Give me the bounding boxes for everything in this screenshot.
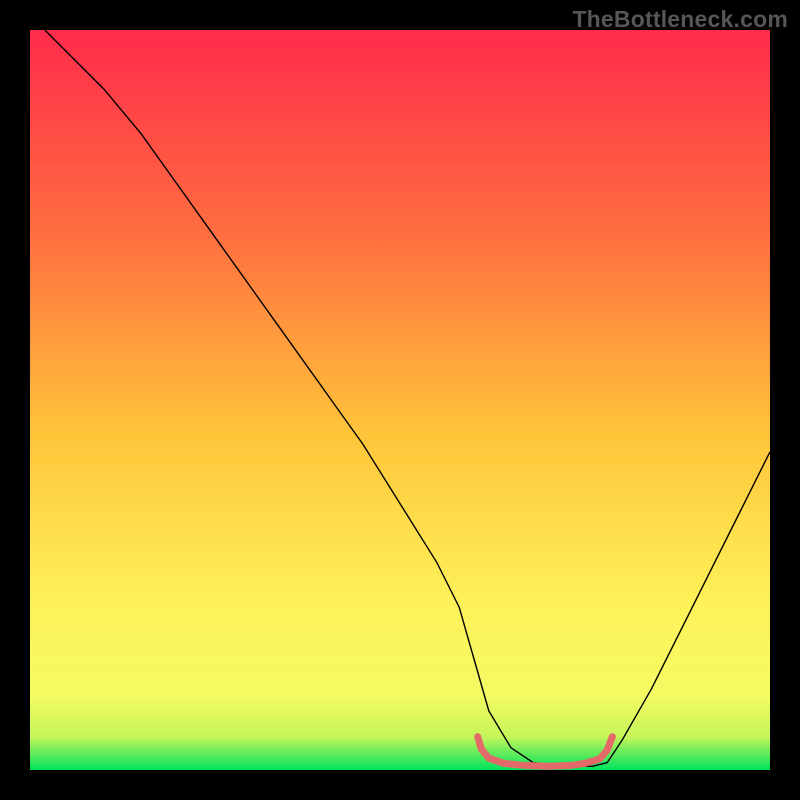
plot-svg [30, 30, 770, 770]
chart-canvas: TheBottleneck.com [0, 0, 800, 800]
gradient-background [30, 30, 770, 770]
watermark-text: TheBottleneck.com [572, 6, 788, 33]
